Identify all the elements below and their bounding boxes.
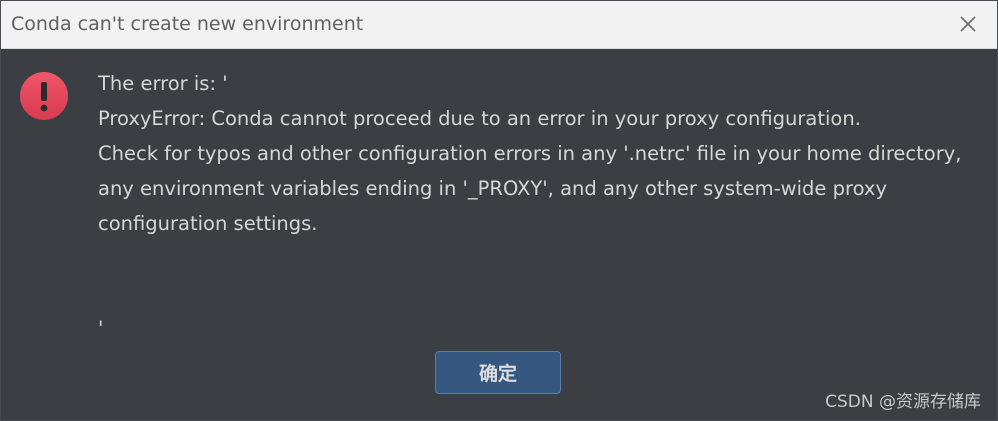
- ok-button[interactable]: 确定: [435, 351, 561, 394]
- message-spacer: [98, 241, 988, 276]
- dialog-titlebar: Conda can't create new environment: [1, 1, 997, 49]
- message-line: ProxyError: Conda cannot proceed due to …: [98, 107, 861, 130]
- error-message: The error is: ' ProxyError: Conda cannot…: [98, 66, 988, 346]
- close-icon: [960, 16, 976, 32]
- message-line: The error is: ': [98, 72, 228, 95]
- message-line: ': [98, 317, 104, 340]
- message-spacer: [98, 276, 988, 311]
- message-line: configuration settings.: [98, 212, 318, 235]
- dialog-title: Conda can't create new environment: [11, 13, 364, 35]
- watermark: CSDN @资源存储库: [825, 392, 981, 412]
- message-line: any environment variables ending in '_PR…: [98, 177, 887, 200]
- error-dialog: Conda can't create new environment The e…: [0, 0, 998, 421]
- error-icon: [19, 71, 69, 121]
- close-button[interactable]: [955, 11, 981, 37]
- message-line: Check for typos and other configuration …: [98, 142, 962, 165]
